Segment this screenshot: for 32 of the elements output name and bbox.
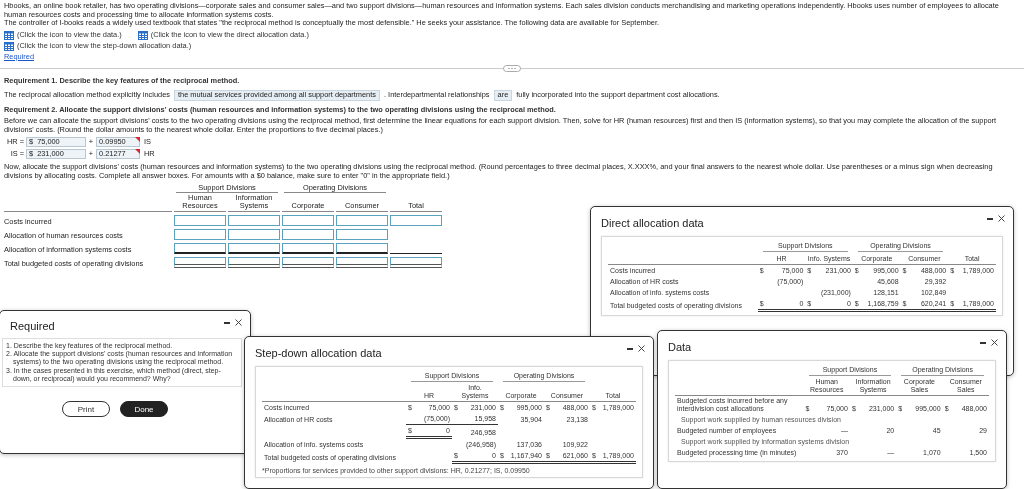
answer-field[interactable] xyxy=(174,256,226,268)
done-button[interactable]: Done xyxy=(120,401,168,417)
collapse-handle-icon xyxy=(503,64,521,72)
answer-field[interactable] xyxy=(336,228,388,240)
close-icon xyxy=(998,215,1005,222)
answer-field[interactable] xyxy=(336,256,388,268)
answer-field[interactable] xyxy=(174,214,226,226)
window-title: Data xyxy=(668,340,692,353)
answer-field[interactable] xyxy=(228,214,280,226)
close-icon xyxy=(991,339,998,346)
answer-field[interactable] xyxy=(228,228,280,240)
window-title: Step-down allocation data xyxy=(255,346,382,359)
close-icon xyxy=(235,319,242,326)
answer-field[interactable] xyxy=(336,242,388,254)
answer-field[interactable] xyxy=(282,242,334,254)
table-icon xyxy=(4,30,14,40)
answer-field[interactable] xyxy=(174,242,226,254)
window-title: Direct allocation data xyxy=(601,216,704,229)
answer-field[interactable] xyxy=(336,214,388,226)
table-icon xyxy=(4,41,14,51)
answer-field[interactable] xyxy=(282,214,334,226)
table-icon xyxy=(137,30,148,40)
answer-field[interactable] xyxy=(390,256,442,268)
window-title: Required xyxy=(10,319,55,332)
answer-field[interactable] xyxy=(282,256,334,268)
answer-field[interactable] xyxy=(228,242,280,254)
answer-field[interactable] xyxy=(390,214,442,226)
close-icon xyxy=(638,345,645,352)
answer-field[interactable] xyxy=(174,228,226,240)
answer-field[interactable] xyxy=(282,228,334,240)
print-button[interactable]: Print xyxy=(62,401,110,417)
answer-field[interactable] xyxy=(228,256,280,268)
